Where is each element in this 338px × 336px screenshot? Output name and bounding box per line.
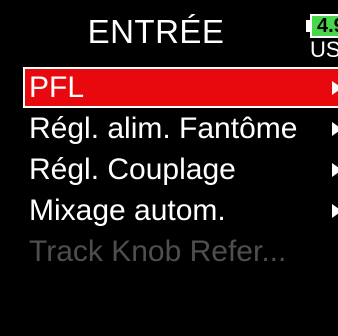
menu-item-label: Track Knob Refer... bbox=[29, 235, 287, 268]
menu-item-label: Régl. alim. Fantôme bbox=[29, 112, 298, 145]
battery-indicator: 4.9 USB bbox=[306, 12, 338, 62]
menu-item-auto-mix[interactable]: Mixage autom. bbox=[23, 190, 338, 231]
menu-item-pfl[interactable]: PFL bbox=[23, 67, 338, 108]
chevron-right-icon bbox=[332, 163, 338, 177]
menu-item-label: Mixage autom. bbox=[29, 194, 226, 227]
chevron-right-icon bbox=[332, 204, 338, 218]
input-menu-screen: ENTRÉE 4.9 USB PFL Régl. alim. Fantôme R… bbox=[0, 0, 338, 336]
menu-item-label: PFL bbox=[29, 71, 85, 104]
power-source-label: USB bbox=[310, 37, 338, 62]
chevron-right-icon bbox=[332, 81, 338, 95]
menu-item-phantom-power[interactable]: Régl. alim. Fantôme bbox=[23, 108, 338, 149]
input-menu-list: PFL Régl. alim. Fantôme Régl. Couplage M… bbox=[23, 67, 338, 272]
menu-item-link-settings[interactable]: Régl. Couplage bbox=[23, 149, 338, 190]
chevron-right-icon bbox=[332, 122, 338, 136]
battery-level: 4.9 bbox=[310, 14, 338, 38]
menu-item-track-knob: Track Knob Refer... bbox=[23, 231, 338, 272]
page-title: ENTRÉE bbox=[87, 13, 225, 50]
menu-item-label: Régl. Couplage bbox=[29, 153, 236, 186]
